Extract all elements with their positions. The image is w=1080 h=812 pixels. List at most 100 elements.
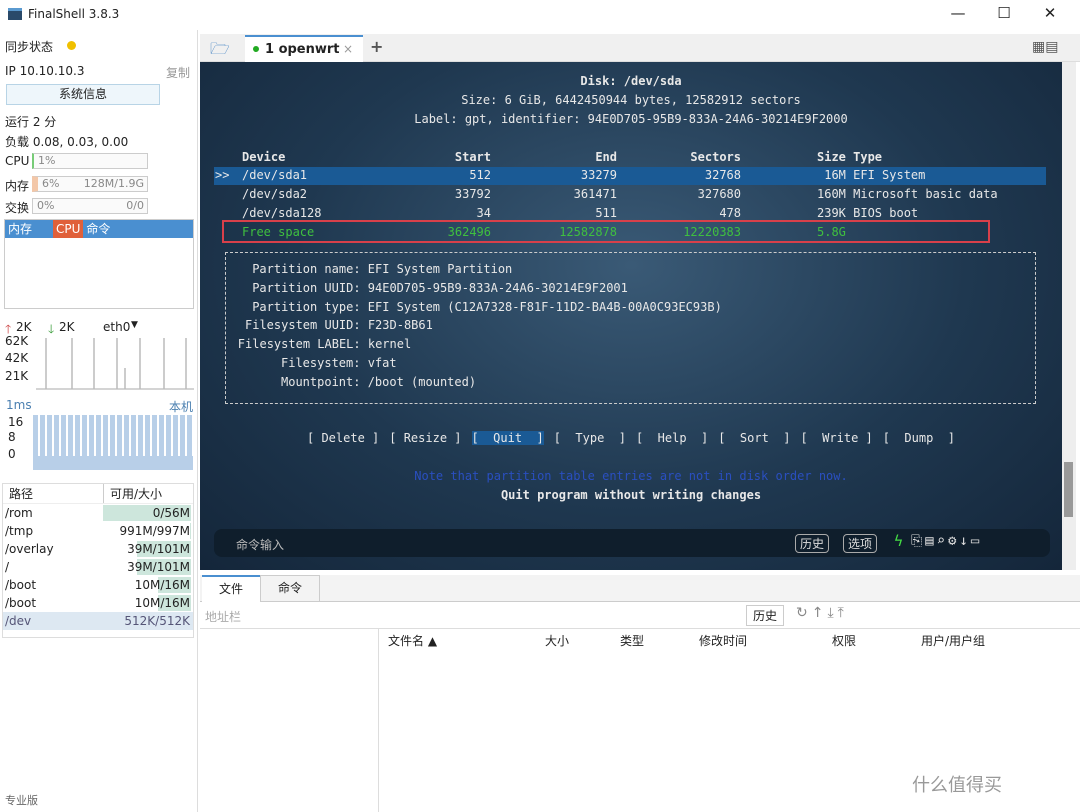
column-owner[interactable]: 用户/用户组 bbox=[921, 632, 985, 649]
disk-header-size[interactable]: 可用/大小 bbox=[103, 484, 162, 503]
disk-row[interactable]: / 39M/101M bbox=[3, 558, 193, 576]
partition-info-line: Filesystem LABEL: kernel bbox=[237, 337, 412, 352]
add-tab-button[interactable]: + bbox=[370, 37, 383, 56]
disk-table: 路径 可用/大小 /rom 0/56M/tmp 991M/997M/overlay 3… bbox=[2, 483, 194, 638]
cpu-usage-bar: 1% bbox=[32, 153, 148, 169]
column-permissions[interactable]: 权限 bbox=[832, 632, 856, 649]
path-history-button[interactable]: 历史 bbox=[746, 605, 785, 626]
tab-memory[interactable]: 内存 bbox=[5, 220, 53, 238]
maximize-button[interactable]: ☐ bbox=[984, 4, 1024, 26]
menu-button[interactable]: [ Type ] bbox=[554, 431, 626, 445]
lightning-icon[interactable]: ϟ bbox=[894, 532, 903, 550]
cell-start: Start bbox=[454, 150, 491, 164]
disk-path: /dev bbox=[5, 614, 32, 628]
cell-end: 33279 bbox=[580, 168, 617, 182]
disk-title: Disk: /dev/sda bbox=[580, 74, 682, 88]
cell-device: /dev/sda1 bbox=[242, 168, 308, 182]
close-button[interactable]: ✕ bbox=[1030, 4, 1070, 26]
disk-row[interactable]: /dev 512K/512K bbox=[3, 612, 193, 630]
disk-path: /tmp bbox=[5, 524, 34, 538]
address-bar[interactable]: 地址栏 bbox=[205, 608, 241, 625]
tab-commands[interactable]: 命令 bbox=[260, 575, 320, 602]
column-type[interactable]: 类型 bbox=[620, 632, 644, 649]
cell-device: /dev/sda2 bbox=[242, 187, 308, 201]
tab-openwrt[interactable]: 1 openwrt × bbox=[245, 35, 363, 62]
toolbar-icons[interactable]: ⎘▤⌕⚙↓▭ bbox=[911, 533, 982, 549]
column-modified[interactable]: 修改时间 bbox=[699, 632, 747, 649]
cell-end: End bbox=[595, 150, 617, 164]
connected-dot-icon bbox=[253, 46, 259, 52]
sync-status-dot-icon bbox=[67, 41, 76, 50]
minimize-button[interactable]: — bbox=[938, 4, 978, 26]
cell-end: 361471 bbox=[573, 187, 617, 201]
disk-row[interactable]: /overlay 39M/101M bbox=[3, 540, 193, 558]
file-panel: 文件 命令 地址栏 历史 ↻↑⤓⤒ 文件名 ▲ 大小 类型 修改时间 权限 用户… bbox=[200, 575, 1080, 812]
sidebar: 同步状态 IP 10.10.10.3 复制 系统信息 运行 2 分 负载 0.0… bbox=[0, 30, 198, 812]
command-input[interactable]: 命令输入 历史 选项 ϟ ⎘▤⌕⚙↓▭ bbox=[214, 529, 1050, 557]
disk-path: /boot bbox=[5, 578, 37, 592]
disk-path: /boot bbox=[5, 596, 37, 610]
column-size[interactable]: 大小 bbox=[545, 632, 569, 649]
terminal-scrollbar[interactable] bbox=[1062, 62, 1076, 570]
cell-size-type: 160M Microsoft basic data bbox=[817, 187, 998, 201]
disk-row[interactable]: /rom 0/56M bbox=[3, 504, 193, 522]
window-title: FinalShell 3.8.3 bbox=[28, 7, 120, 21]
partition-row[interactable]: >> /dev/sda1 512 33279 32768 16M EFI Syst… bbox=[214, 167, 1046, 185]
cell-end: 511 bbox=[595, 206, 617, 220]
disk-row[interactable]: /tmp 991M/997M bbox=[3, 522, 193, 540]
disk-header-path[interactable]: 路径 bbox=[3, 484, 103, 503]
cell-size-type: 239K BIOS boot bbox=[817, 206, 919, 220]
menu-button[interactable]: [ Resize ] bbox=[389, 431, 461, 445]
disk-row[interactable]: /boot 10M/16M bbox=[3, 576, 193, 594]
menu-button[interactable]: [ Dump ] bbox=[883, 431, 955, 445]
history-button[interactable]: 历史 bbox=[795, 534, 830, 553]
menu-button[interactable]: [ Help ] bbox=[636, 431, 708, 445]
copy-ip-link[interactable]: 复制 bbox=[166, 64, 190, 81]
partition-info-line: Partition UUID: 94E0D705-95B9-833A-24A6-… bbox=[252, 280, 628, 295]
uptime: 运行 2 分 bbox=[5, 115, 57, 129]
ping-tick: 16 bbox=[8, 415, 24, 429]
cell-sectors: 327680 bbox=[697, 187, 741, 201]
cell-sectors: Sectors bbox=[690, 150, 741, 164]
ping-tick: 0 bbox=[8, 447, 16, 461]
menu-button[interactable]: [ Sort ] bbox=[718, 431, 790, 445]
menu-button[interactable]: [ Delete ] bbox=[307, 431, 379, 445]
action-hint: Quit program without writing changes bbox=[500, 488, 762, 502]
cpu-label: CPU bbox=[5, 154, 30, 168]
disk-size: Size: 6 GiB, 6442450944 bytes, 12582912 … bbox=[461, 93, 801, 107]
layout-grid-icon[interactable]: ▦▤ bbox=[1032, 39, 1058, 55]
tab-files[interactable]: 文件 bbox=[202, 575, 260, 602]
terminal[interactable]: Disk: /dev/sda Size: 6 GiB, 6442450944 b… bbox=[200, 62, 1062, 570]
partition-header: Device Start End Sectors Size Type bbox=[214, 149, 1046, 167]
chevron-down-icon[interactable]: ▼ bbox=[131, 320, 138, 330]
folder-icon[interactable]: 🗁 bbox=[210, 38, 230, 65]
swap-label: 交换 bbox=[5, 201, 30, 215]
tab-cpu[interactable]: CPU bbox=[53, 220, 84, 238]
title-bar: FinalShell 3.8.3 — ☐ ✕ bbox=[0, 0, 1080, 30]
system-info-button[interactable]: 系统信息 bbox=[6, 84, 160, 105]
order-note: Note that partition table entries are no… bbox=[414, 469, 848, 483]
disk-size: 991M/997M bbox=[119, 524, 190, 538]
net-tick: 21K bbox=[5, 369, 29, 383]
partition-row[interactable]: /dev/sda2 33792 361471 327680 160M Micro… bbox=[214, 186, 1046, 204]
splitter[interactable] bbox=[378, 628, 379, 812]
cpu-value: 1% bbox=[38, 154, 56, 167]
tab-command[interactable]: 命令 bbox=[83, 220, 110, 238]
memory-label: 内存 bbox=[5, 179, 30, 193]
cursor-marker: >> bbox=[215, 168, 230, 182]
app-icon bbox=[8, 8, 22, 20]
menu-button[interactable]: [ Quit ] bbox=[471, 431, 544, 445]
menu-button[interactable]: [ Write ] bbox=[801, 431, 873, 445]
close-tab-icon[interactable]: × bbox=[343, 42, 353, 56]
file-toolbar-icons[interactable]: ↻↑⤓⤒ bbox=[796, 605, 848, 621]
disk-size: 10M/16M bbox=[134, 578, 190, 592]
partition-info-line: Filesystem: vfat bbox=[281, 356, 397, 370]
load-average: 负载 0.08, 0.03, 0.00 bbox=[5, 135, 129, 149]
disk-row[interactable]: /boot 10M/16M bbox=[3, 594, 193, 612]
disk-size: 10M/16M bbox=[134, 596, 190, 610]
options-button[interactable]: 选项 bbox=[843, 534, 878, 553]
net-tick: 42K bbox=[5, 351, 29, 365]
cell-size-type: Size Type bbox=[817, 150, 883, 164]
interface-select[interactable]: eth0 bbox=[103, 320, 130, 334]
column-filename[interactable]: 文件名 ▲ bbox=[388, 632, 437, 649]
